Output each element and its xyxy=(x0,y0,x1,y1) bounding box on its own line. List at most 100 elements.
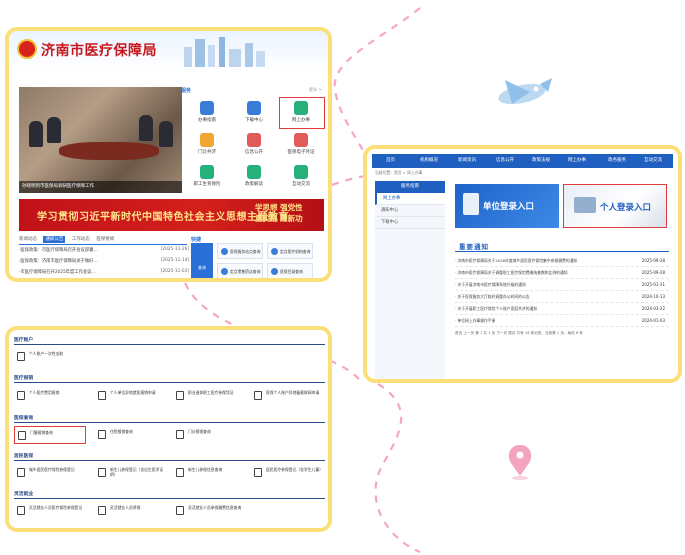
outpatient-icon xyxy=(200,133,214,147)
document-icon xyxy=(98,506,106,515)
service-maternity[interactable]: 职工生育保险 xyxy=(185,162,229,194)
quick-link[interactable]: 定点医疗机构查询 xyxy=(267,243,313,259)
service-item[interactable]: 门诊报销查询 xyxy=(173,426,245,444)
homepage-panel: 济南市医疗保障局 孙晓明到市医保局调研医疗保障工作 服务 更多 > 办事指南 下… xyxy=(5,27,332,282)
location-pin-icon xyxy=(508,445,532,480)
query-button[interactable]: 查询 xyxy=(191,243,213,278)
ecert-icon xyxy=(294,133,308,147)
section-flexible: 灵活就业 xyxy=(14,490,325,499)
nav-item[interactable]: 网上办事 xyxy=(568,157,586,163)
service-item[interactable]: 城乡居民医疗保险参保登记 xyxy=(14,464,86,482)
quick-link[interactable]: 医保目录查询 xyxy=(267,263,313,278)
list-item[interactable]: · 济南市医疗保障局关于2026年度城乡居民医疗保险集中参保缴费的通知 2025-… xyxy=(455,255,669,267)
service-item[interactable]: 住院报销查询 xyxy=(95,426,167,444)
document-icon xyxy=(254,391,262,400)
section-account: 医疗账户 xyxy=(14,336,325,345)
document-icon xyxy=(18,431,26,440)
nav-item[interactable]: 政策法规 xyxy=(532,157,550,163)
service-guide[interactable]: 办事指南 xyxy=(185,98,229,130)
service-item[interactable]: 灵活就业人员停保 xyxy=(95,502,167,520)
laptop-icon xyxy=(574,197,596,213)
list-item[interactable]: · 单位网上办事操作手册 2024-01-03 xyxy=(455,315,669,327)
highlight-box xyxy=(279,97,325,129)
pharmacy-icon xyxy=(221,268,228,275)
document-icon xyxy=(98,391,106,400)
nav-item[interactable]: 互动交流 xyxy=(644,157,662,163)
list-item[interactable]: ·医保政策：济南市医疗保障局关于做好… [2025-11-14] xyxy=(19,258,189,269)
list-item[interactable]: · 关于开展职工医疗保险个人账户家庭共济的通知 2024-03-22 xyxy=(455,303,669,315)
section-resident: 居民医保 xyxy=(14,452,325,461)
service-item[interactable]: 居民医疗参保登记（含学生儿童） xyxy=(251,464,323,482)
document-icon xyxy=(176,430,184,439)
theme-banner[interactable]: 学习贯彻习近平新时代中国特色社会主义思想主题教育 学思想 强党性 重实践 建新功 xyxy=(19,199,324,231)
policy-icon xyxy=(247,165,261,179)
list-item[interactable]: · 关于医保服务大厅临时调整办公时间的公告 2024-10-13 xyxy=(455,291,669,303)
service-item[interactable]: 新生儿参保登记（含出生医学证明） xyxy=(95,464,167,482)
personal-login-button[interactable]: 个人登录入口 xyxy=(563,184,667,228)
quick-link[interactable]: 医保服务站点查询 xyxy=(217,243,263,259)
tab-notice[interactable]: 通知公告 xyxy=(43,236,66,243)
hospital-icon xyxy=(271,248,278,255)
service-item[interactable]: 医保个人账户异地备案联网申请 xyxy=(251,387,323,405)
sidebar-item-notice[interactable]: 通知中心 xyxy=(375,205,445,217)
news-list: ·医保政策：市医疗保障局召开会议部署… [2025-11-26] ·医保政策：济南… xyxy=(19,247,189,278)
services-grid: 办事指南 下载中心 网上办事 门诊共济 信息公开 医保电子凭证 职工生育保险 政… xyxy=(185,97,325,194)
portal-panel: 首页 机构概况 新闻资讯 信息公开 政策法规 网上办事 政务服务 互动交流 当前… xyxy=(363,145,682,383)
list-item[interactable]: ·医保政策：市医疗保障局召开会议部署… [2025-11-26] xyxy=(19,247,189,258)
service-policy[interactable]: 政策解读 xyxy=(232,162,276,194)
tab-headlines[interactable]: 医保要闻 xyxy=(96,237,114,242)
nav-item[interactable]: 新闻资讯 xyxy=(458,157,476,163)
list-item[interactable]: ·市医疗保障局召开2025年度工作会议… [2025-11-03] xyxy=(19,269,189,278)
unit-login-button[interactable]: 单位登录入口 xyxy=(455,184,559,228)
sidebar-item-online[interactable]: 网上办事 xyxy=(375,193,445,205)
services-tab[interactable]: 服务 xyxy=(181,87,191,94)
service-item[interactable]: 灵活就业人员参保缴费信息查询 xyxy=(173,502,245,520)
emblem-icon xyxy=(17,39,37,59)
tab-news[interactable]: 新闻动态 xyxy=(19,237,37,242)
service-download[interactable]: 下载中心 xyxy=(232,98,276,130)
nav-item[interactable]: 信息公开 xyxy=(496,157,514,163)
quick-tab[interactable]: 快捷 xyxy=(191,236,201,243)
sidebar-item-download[interactable]: 下载中心 xyxy=(375,217,445,229)
printer-icon xyxy=(176,391,184,400)
guide-icon xyxy=(200,101,214,115)
nav-item[interactable]: 机构概况 xyxy=(420,157,438,163)
document-icon xyxy=(17,468,25,477)
service-outpatient[interactable]: 门诊共济 xyxy=(185,130,229,162)
download-icon xyxy=(247,101,261,115)
list-item[interactable]: · 关于开展济南市医疗保障系统升级的通知 2025-01-31 xyxy=(455,279,669,291)
photo-caption[interactable]: 孙晓明到市医保局调研医疗保障工作 xyxy=(19,181,182,193)
nav-item[interactable]: 政务服务 xyxy=(608,157,626,163)
service-item[interactable]: 职业退休职工医疗参保凭证 xyxy=(173,387,245,405)
service-item[interactable]: 个人账户一次性支取 xyxy=(14,348,86,366)
location-icon xyxy=(221,248,228,255)
service-ecert[interactable]: 医保电子凭证 xyxy=(279,130,323,162)
news-photo[interactable] xyxy=(19,87,182,193)
tab-work[interactable]: 工作动态 xyxy=(72,237,90,242)
service-info[interactable]: 信息公开 xyxy=(232,130,276,162)
document-icon xyxy=(17,352,25,361)
service-item-highlighted[interactable]: 门慢报销查询 xyxy=(14,426,86,444)
maternity-icon xyxy=(200,165,214,179)
document-icon xyxy=(463,193,479,215)
search-icon xyxy=(271,268,278,275)
interaction-icon xyxy=(294,165,308,179)
breadcrumb: 当前位置：首页 > 网上办事 xyxy=(375,170,423,175)
pagination[interactable]: 首页 上一页 第 1 共 1 页 下一页 尾页 共有 16 条记录，当前第 1 … xyxy=(455,331,669,341)
service-item[interactable]: 个人单位异地就医报销申请 xyxy=(95,387,167,405)
nav-item[interactable]: 首页 xyxy=(386,157,395,163)
list-item[interactable]: · 济南市医疗保障局关于调整职工医疗保险费缴纳基数和比例的通知 2025-09-2… xyxy=(455,267,669,279)
sidebar: 服务指南 网上办事 通知中心 下载中心 xyxy=(375,181,445,379)
service-interaction[interactable]: 互动交流 xyxy=(279,162,323,194)
quick-link[interactable]: 定点零售药店查询 xyxy=(217,263,263,278)
quick-links: 查询 医保服务站点查询 定点医疗机构查询 定点零售药店查询 医保目录查询 xyxy=(191,243,327,278)
document-icon xyxy=(98,430,106,439)
document-icon xyxy=(176,506,184,515)
service-item[interactable]: 个人医疗费用报销 xyxy=(14,387,86,405)
service-item[interactable]: 灵活就业人员医疗保险参保登记 xyxy=(14,502,86,520)
section-query: 医保查询 xyxy=(14,414,325,423)
more-link[interactable]: 更多 > xyxy=(309,87,322,93)
document-icon xyxy=(176,468,184,477)
site-title: 济南市医疗保障局 xyxy=(41,43,157,59)
service-item[interactable]: 新生儿参保信息查询 xyxy=(173,464,245,482)
